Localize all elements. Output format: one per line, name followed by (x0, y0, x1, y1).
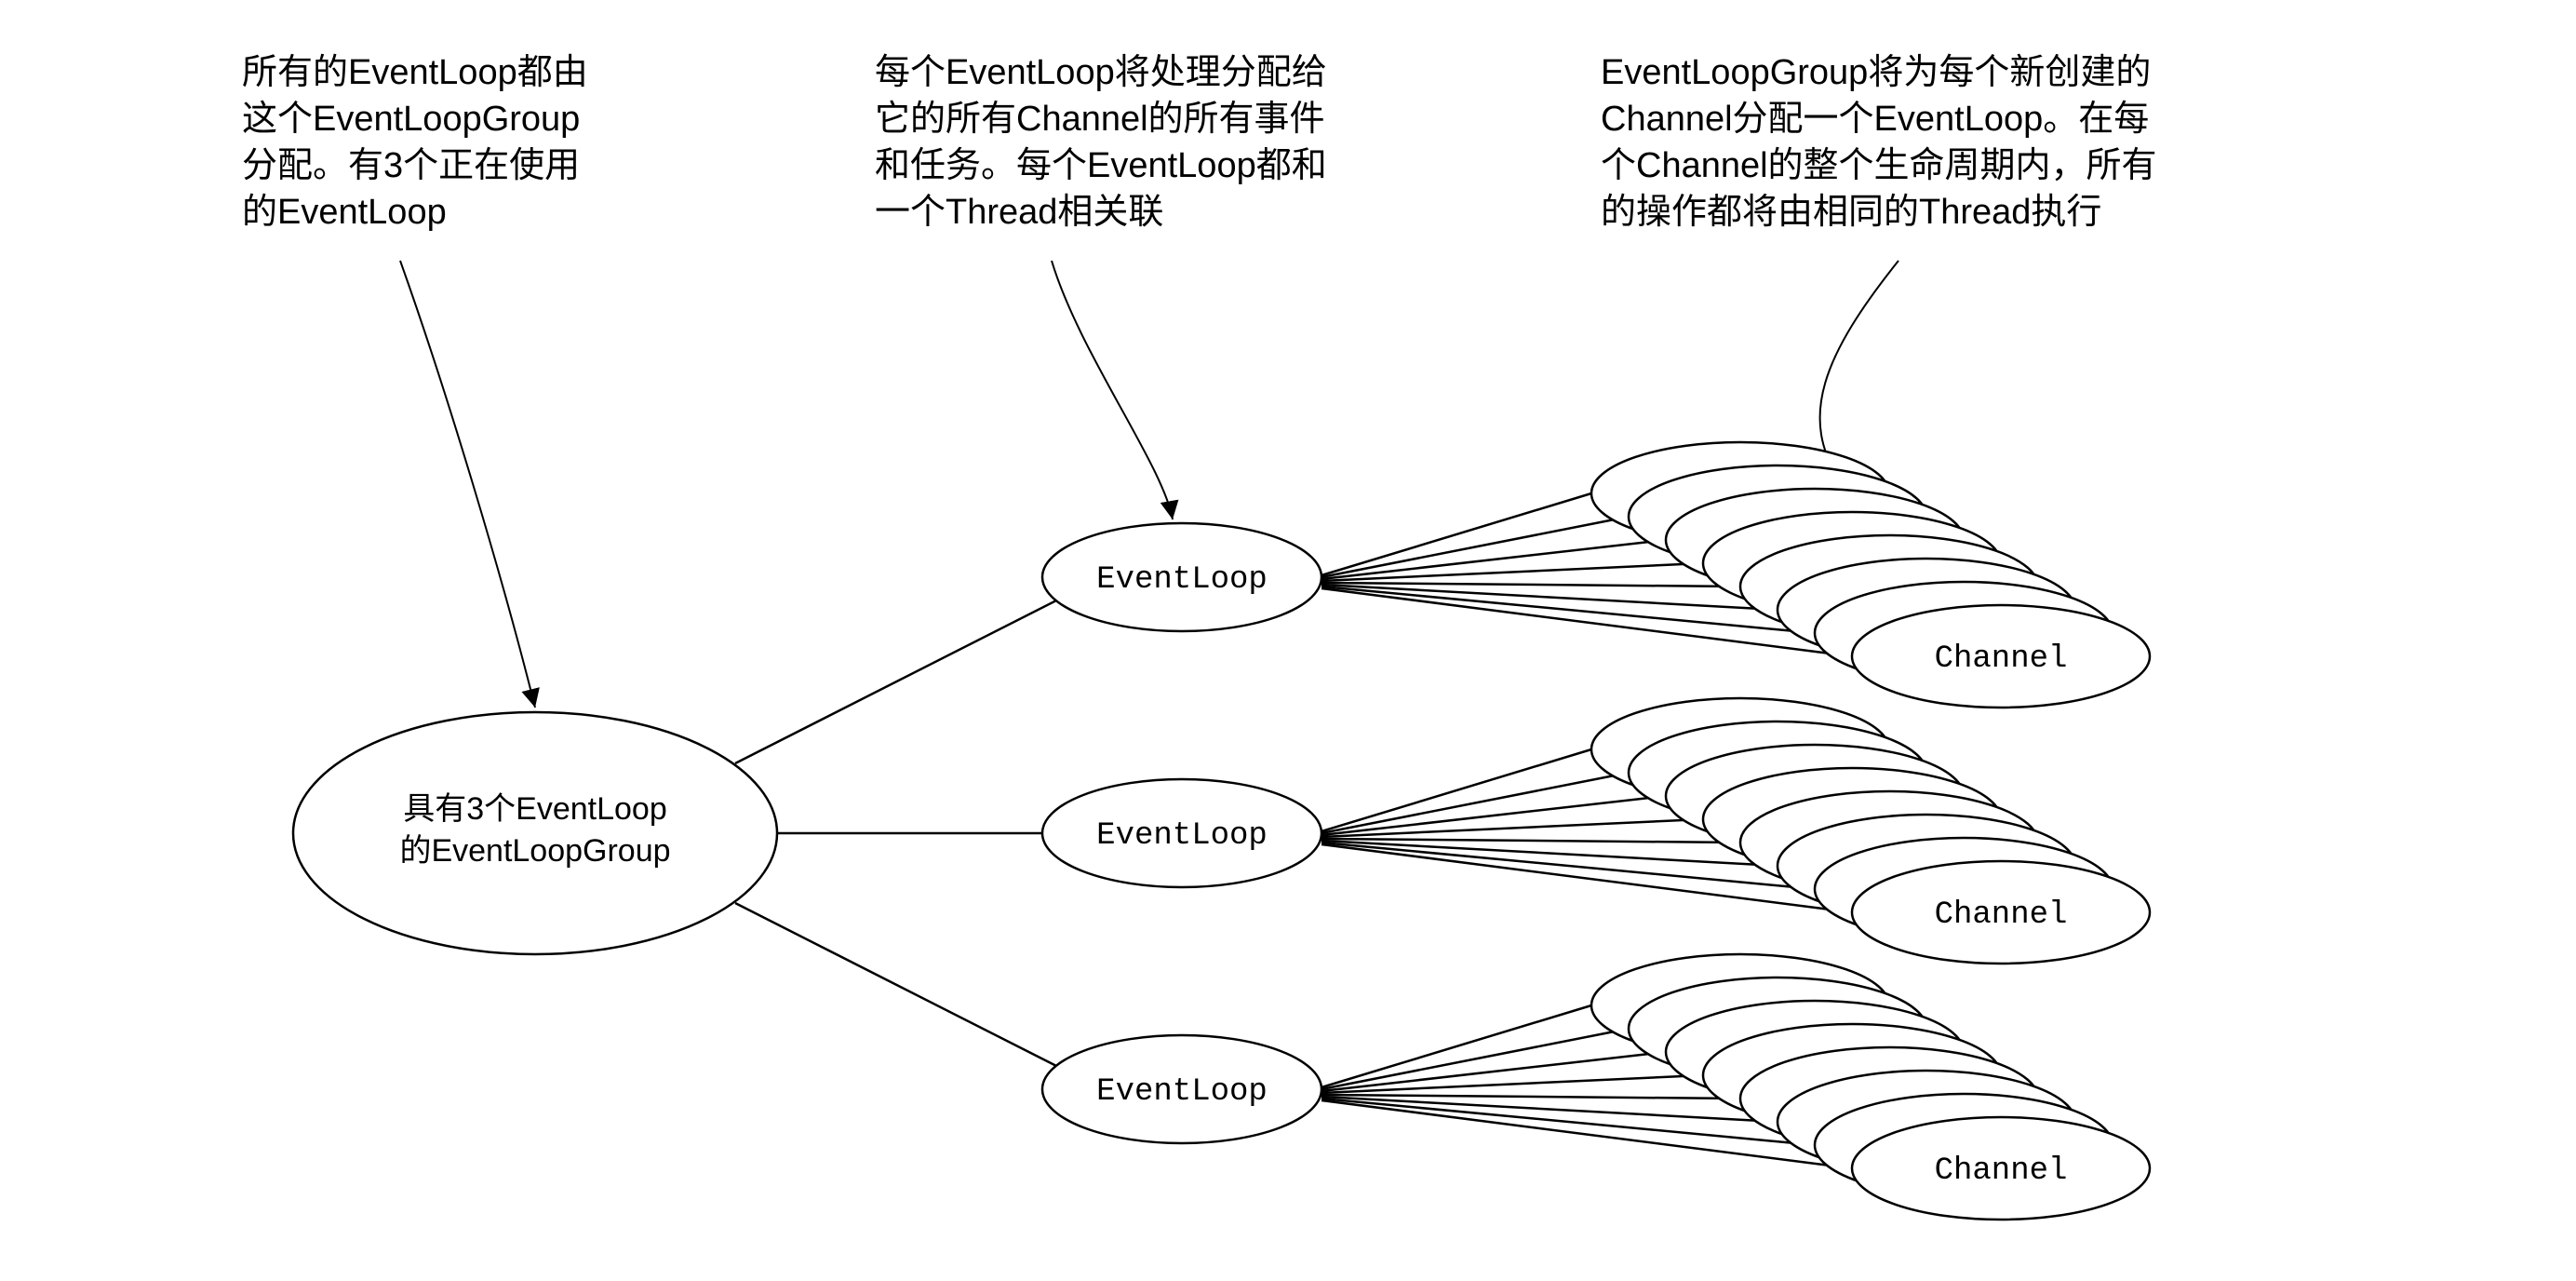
channel-stack-3: Channel (1322, 954, 2150, 1220)
svg-text:Channel: Channel (1935, 897, 2068, 933)
callout-arrow-right (1820, 261, 1898, 484)
eventloop-node-3: EventLoop (1042, 1035, 1322, 1143)
anno-left-l1: 所有的EventLoop都由 (242, 53, 588, 92)
svg-text:EventLoop: EventLoop (1096, 562, 1268, 598)
anno-mid-l1: 每个EventLoop将处理分配给 (875, 53, 1327, 92)
callout-arrow-middle (1052, 261, 1173, 519)
eventloop-node-2: EventLoop (1042, 779, 1322, 887)
annotation-middle: 每个EventLoop将处理分配给 它的所有Channel的所有事件 和任务。每… (875, 53, 1327, 232)
annotation-right: EventLoopGroup将为每个新创建的 Channel分配一个EventL… (1601, 53, 2157, 232)
anno-right-l4: 的操作都将由相同的Thread执行 (1601, 193, 2101, 232)
anno-right-l3: 个Channel的整个生命周期内，所有 (1601, 146, 2157, 185)
anno-mid-l3: 和任务。每个EventLoop都和 (875, 146, 1327, 185)
group-to-loop-3 (735, 903, 1066, 1071)
anno-left-l2: 这个EventLoopGroup (242, 100, 580, 139)
diagram-canvas: 所有的EventLoop都由 这个EventLoopGroup 分配。有3个正在… (0, 0, 2576, 1281)
anno-right-l1: EventLoopGroup将为每个新创建的 (1601, 53, 2151, 92)
svg-text:EventLoop: EventLoop (1096, 1074, 1268, 1110)
callout-arrow-left (400, 261, 535, 708)
eventloop-node-1: EventLoop (1042, 523, 1322, 631)
svg-text:Channel: Channel (1935, 641, 2068, 677)
group-to-loop-1 (735, 596, 1066, 763)
annotation-left: 所有的EventLoop都由 这个EventLoopGroup 分配。有3个正在… (242, 53, 588, 232)
group-label-l1: 具有3个EventLoop (403, 791, 667, 827)
anno-mid-l4: 一个Thread相关联 (875, 193, 1163, 232)
channel-stack-1: Channel (1322, 442, 2150, 708)
anno-left-l3: 分配。有3个正在使用 (242, 146, 580, 185)
svg-text:Channel: Channel (1935, 1153, 2068, 1189)
anno-right-l2: Channel分配一个EventLoop。在每 (1601, 100, 2149, 139)
anno-mid-l2: 它的所有Channel的所有事件 (875, 100, 1325, 139)
anno-left-l4: 的EventLoop (242, 193, 447, 232)
channel-stack-2: Channel (1322, 698, 2150, 964)
group-label-l2: 的EventLoopGroup (399, 833, 670, 869)
svg-text:EventLoop: EventLoop (1096, 818, 1268, 854)
